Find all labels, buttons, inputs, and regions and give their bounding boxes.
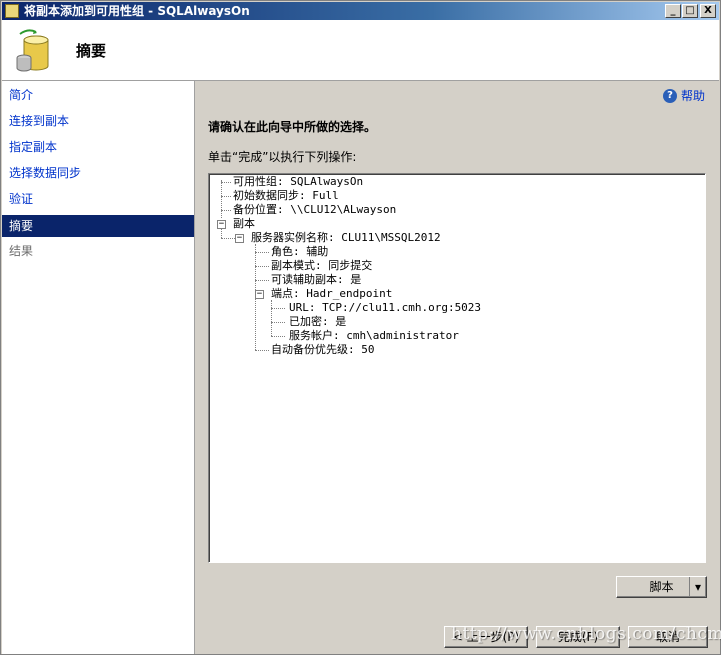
- tree-line: [255, 252, 269, 253]
- tree-item-replica-mode: 副本模式: 同步提交: [271, 259, 373, 272]
- watermark-text: http://www.cnblogs.com/chcmh/: [451, 624, 721, 644]
- script-button[interactable]: 脚本 ▾: [616, 576, 707, 598]
- minimize-button[interactable]: _: [665, 4, 681, 18]
- tree-line: [221, 196, 231, 197]
- tree-line: [271, 322, 285, 323]
- tree-item-backup-priority: 自动备份优先级: 50: [271, 343, 375, 356]
- tree-item-endpoint: 端点: Hadr_endpoint: [271, 287, 393, 300]
- nav-item-specify-replica[interactable]: 指定副本: [2, 136, 194, 158]
- instruction-text: 单击“完成”以执行下列操作:: [208, 150, 357, 164]
- wizard-nav: 简介 连接到副本 指定副本 选择数据同步 验证 摘要 结果: [2, 81, 195, 654]
- help-label: 帮助: [680, 89, 705, 103]
- dropdown-arrow-icon[interactable]: ▾: [689, 577, 706, 597]
- nav-item-data-sync[interactable]: 选择数据同步: [2, 162, 194, 184]
- maximize-button[interactable]: □: [682, 4, 698, 18]
- tree-line: [255, 280, 269, 281]
- tree-line: [221, 210, 231, 211]
- page-header: 摘要: [2, 20, 719, 81]
- tree-line: [221, 228, 222, 238]
- tree-item-encrypted: 已加密: 是: [289, 315, 347, 328]
- tree-line: [221, 182, 231, 183]
- tree-item-server-instance: 服务器实例名称: CLU11\MSSQL2012: [251, 231, 441, 244]
- tree-line: [271, 300, 272, 336]
- tree-item-replicas: 副本: [233, 217, 255, 230]
- nav-item-summary[interactable]: 摘要: [2, 215, 194, 237]
- tree-item-ag-name: 可用性组: SQLAlwaysOn: [233, 175, 364, 188]
- wizard-window: 将副本添加到可用性组 - SQLAlwaysOn _ □ X 摘要 简介 连接到…: [0, 0, 721, 655]
- nav-item-intro[interactable]: 简介: [2, 84, 194, 106]
- tree-line: [271, 308, 285, 309]
- close-button[interactable]: X: [700, 4, 716, 18]
- nav-item-validation[interactable]: 验证: [2, 188, 194, 210]
- tree-line: [221, 180, 222, 218]
- window-title: 将副本添加到可用性组 - SQLAlwaysOn: [24, 4, 250, 18]
- help-link[interactable]: ? 帮助: [662, 88, 705, 104]
- content-area: ? 帮助 请确认在此向导中所做的选择。 单击“完成”以执行下列操作: − − −…: [196, 81, 719, 654]
- tree-line: [271, 336, 285, 337]
- tree-item-service-account: 服务帐户: cmh\administrator: [289, 329, 459, 342]
- tree-line: [255, 350, 269, 351]
- script-label: 脚本: [649, 580, 674, 594]
- nav-item-connect-replica[interactable]: 连接到副本: [2, 110, 194, 132]
- tree-item-url: URL: TCP://clu11.cmh.org:5023: [289, 301, 482, 314]
- database-icon: [16, 29, 49, 72]
- help-icon: ?: [662, 89, 677, 103]
- page-title: 摘要: [76, 42, 107, 60]
- tree-line: [255, 266, 269, 267]
- nav-item-results: 结果: [9, 244, 34, 258]
- collapse-instance-icon[interactable]: −: [235, 234, 244, 243]
- title-bar[interactable]: 将副本添加到可用性组 - SQLAlwaysOn _ □ X: [2, 2, 719, 20]
- app-icon: [5, 4, 19, 18]
- collapse-endpoint-icon[interactable]: −: [255, 290, 264, 299]
- tree-item-role: 角色: 辅助: [271, 245, 329, 258]
- tree-item-initial-sync: 初始数据同步: Full: [233, 189, 339, 202]
- tree-item-readable-secondary: 可读辅助副本: 是: [271, 273, 362, 286]
- tree-line: [221, 238, 235, 239]
- tree-item-backup-location: 备份位置: \\CLU12\ALwayson: [233, 203, 397, 216]
- collapse-replicas-icon[interactable]: −: [217, 220, 226, 229]
- summary-tree[interactable]: − − − 可用性组: SQLAlwaysOn 初始数据同步: Full 备份位…: [208, 173, 706, 563]
- confirm-text: 请确认在此向导中所做的选择。: [208, 120, 377, 134]
